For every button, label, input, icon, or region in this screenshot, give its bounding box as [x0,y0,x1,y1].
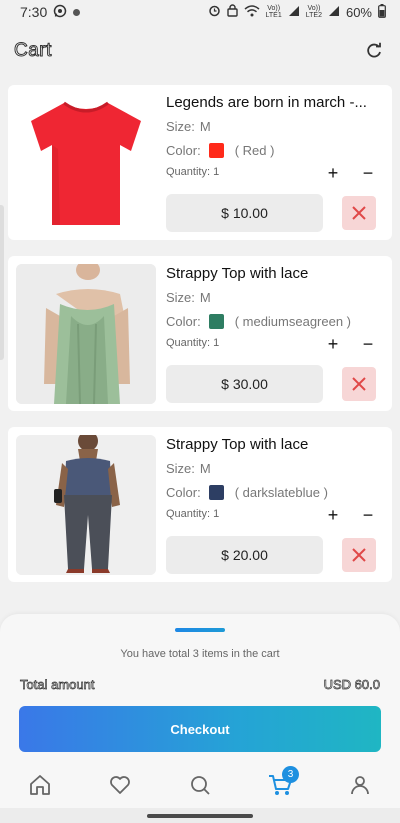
nav-cart[interactable]: 3 [260,765,300,805]
nav-profile[interactable] [340,765,380,805]
color-row: Color: ( Red ) [166,143,274,158]
quantity-row: Quantity: 1 [166,166,219,178]
price-box: $ 10.00 [166,194,323,232]
app-header: Cart [0,36,400,66]
remove-item-button[interactable] [342,196,376,230]
system-gesture-bar [0,808,400,823]
lte2-text: LTE2 [305,12,322,19]
increase-quantity-button[interactable]: + [323,505,343,525]
cart-items-note: You have total 3 items in the cart [120,648,280,660]
sheet-drag-handle[interactable] [175,628,225,632]
quantity-label: Quantity: [166,508,211,520]
decrease-quantity-button[interactable]: − [358,334,378,354]
product-title: Strappy Top with lace [166,436,309,453]
increase-quantity-button[interactable]: + [323,163,343,183]
lte2-indicator: Vo)) LTE2 [306,5,322,19]
color-name: ( mediumseagreen ) [234,314,352,329]
quantity-value: 1 [213,166,220,178]
page-title: Cart [14,40,52,62]
lock-icon [226,4,238,20]
color-row: Color: ( mediumseagreen ) [166,314,351,329]
signal-icon [328,5,340,20]
edge-panel-handle[interactable] [0,205,4,360]
size-row: Size: M [166,290,211,305]
color-swatch [208,314,224,329]
volte2-text: Vo)) [307,5,321,12]
cart-count-badge: 3 [282,766,299,783]
product-image[interactable] [16,93,156,233]
close-icon [352,377,366,391]
total-amount-label: Total amount [20,677,95,693]
color-name: ( Red ) [234,143,275,158]
alarm-icon [208,4,221,20]
refresh-icon [367,42,381,58]
color-swatch [208,143,224,158]
quantity-label: Quantity: [166,166,211,178]
product-image[interactable] [16,264,156,404]
color-row: Color: ( darkslateblue ) [166,485,328,500]
bottom-nav: 3 [0,762,400,808]
notification-dot-icon [73,8,81,16]
volte1-text: Vo)) [267,5,281,12]
size-label: Size: [166,119,195,134]
decrease-quantity-button[interactable]: − [358,505,378,525]
checkout-button[interactable]: Checkout [19,706,381,752]
nav-favorites[interactable] [100,765,140,805]
price-box: $ 30.00 [166,365,323,403]
size-row: Size: M [166,461,211,476]
color-label: Color: [166,143,201,158]
quantity-row: Quantity: 1 [166,337,219,349]
quantity-value: 1 [213,337,220,349]
increase-quantity-button[interactable]: + [323,334,343,354]
quantity-label: Quantity: [166,337,211,349]
size-label: Size: [166,290,195,305]
size-row: Size: M [166,119,211,134]
close-icon [352,206,366,220]
whatsapp-icon [53,4,67,21]
product-title: Legends are born in march -... [166,94,367,111]
lte1-text: LTE1 [265,12,282,19]
cart-item-card: Strappy Top with lace Size: M Color: ( m… [8,256,392,411]
wifi-icon [244,4,260,20]
remove-item-button[interactable] [342,538,376,572]
heart-icon [110,776,130,794]
decrease-quantity-button[interactable]: − [358,163,378,183]
cart-item-card: Strappy Top with lace Size: M Color: ( d… [8,427,392,582]
total-amount-value: USD 60.0 [323,677,380,693]
color-label: Color: [166,314,201,329]
home-icon [30,775,50,795]
profile-icon [351,776,369,795]
color-label: Color: [166,485,201,500]
search-icon [191,776,210,795]
quantity-row: Quantity: 1 [166,508,219,520]
product-image[interactable] [16,435,156,575]
battery-icon [378,3,386,21]
size-value: M [199,461,211,476]
remove-item-button[interactable] [342,367,376,401]
lte1-indicator: Vo)) LTE1 [266,5,282,19]
color-swatch [208,485,224,500]
home-gesture-pill[interactable] [147,814,253,818]
nav-home[interactable] [20,765,60,805]
size-value: M [199,290,211,305]
close-icon [352,548,366,562]
cart-item-card: Legends are born in march -... Size: M C… [8,85,392,240]
cart-summary-sheet: You have total 3 items in the cart Total… [0,614,400,764]
price-box: $ 20.00 [166,536,323,574]
battery-percent: 60% [345,4,372,20]
quantity-value: 1 [213,508,220,520]
size-value: M [199,119,211,134]
nav-search[interactable] [180,765,220,805]
signal-icon [288,5,300,20]
product-title: Strappy Top with lace [166,265,309,282]
status-bar: 7:30 Vo)) LTE1 Vo)) LTE2 60% [0,0,400,24]
status-time: 7:30 [20,4,48,20]
color-name: ( darkslateblue ) [234,485,328,500]
size-label: Size: [166,461,195,476]
refresh-button[interactable] [362,39,386,63]
